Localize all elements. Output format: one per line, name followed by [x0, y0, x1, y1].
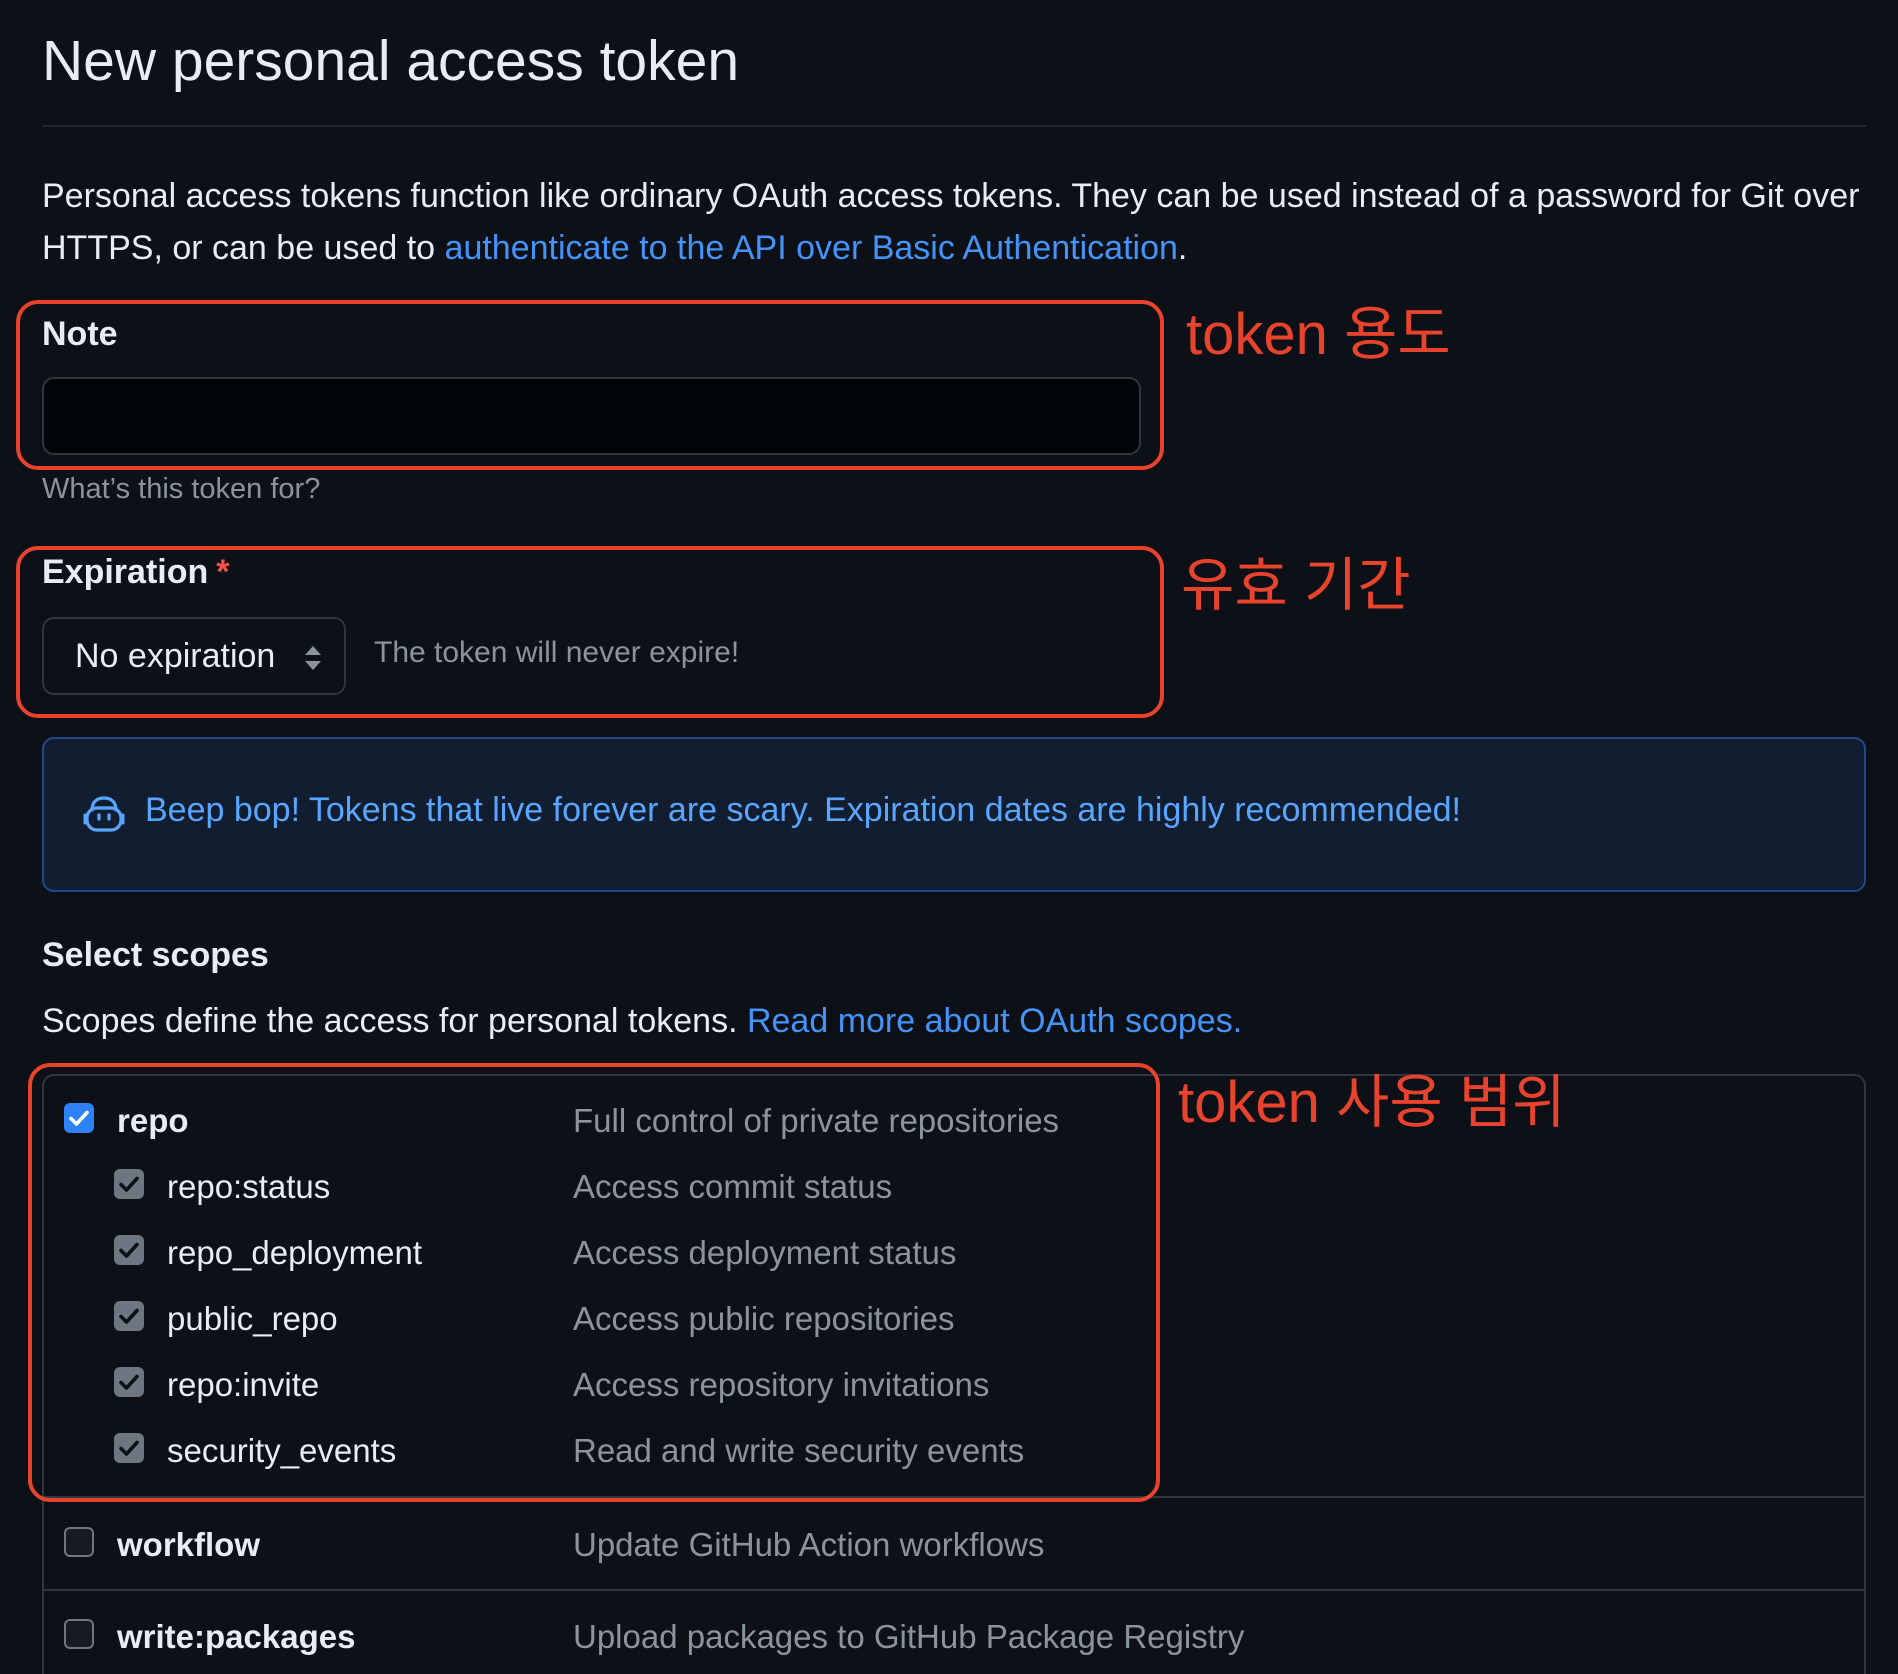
scope-description: Update GitHub Action workflows	[573, 1526, 1045, 1563]
scope-row-workflow: workflow Update GitHub Action workflows	[0, 1516, 1898, 1576]
intro-paragraph: Personal access tokens function like ord…	[42, 170, 1872, 274]
expiration-warning-flash: Beep bop! Tokens that live forever are s…	[42, 737, 1866, 892]
basic-auth-link[interactable]: authenticate to the API over Basic Authe…	[445, 229, 1178, 267]
scopes-intro-text: Scopes define the access for personal to…	[42, 1002, 747, 1040]
scope-row-write-packages: write:packages Upload packages to GitHub…	[0, 1608, 1898, 1668]
scope-name: write:packages	[117, 1618, 356, 1655]
annotation-box-note	[16, 300, 1164, 470]
oauth-scopes-link[interactable]: Read more about OAuth scopes.	[747, 1002, 1242, 1040]
scope-checkbox-write-packages[interactable]	[64, 1619, 94, 1649]
scope-description: Upload packages to GitHub Package Regist…	[573, 1618, 1245, 1655]
copilot-robot-icon	[83, 796, 125, 832]
annotation-label-scopes: token 사용 범위	[1178, 1070, 1566, 1135]
select-scopes-heading: Select scopes	[42, 936, 269, 974]
note-hint: What’s this token for?	[42, 473, 321, 505]
intro-suffix: .	[1177, 229, 1188, 267]
annotation-label-note: token 용도	[1186, 302, 1451, 367]
scope-divider	[42, 1589, 1866, 1591]
annotation-box-expiration	[16, 546, 1164, 718]
scopes-intro: Scopes define the access for personal to…	[42, 1002, 1242, 1041]
scope-checkbox-workflow[interactable]	[64, 1527, 94, 1557]
scope-name: workflow	[117, 1526, 261, 1563]
annotation-box-scopes	[28, 1063, 1160, 1502]
title-divider	[42, 125, 1866, 127]
flash-message: Beep bop! Tokens that live forever are s…	[145, 791, 1462, 829]
annotation-label-expiration: 유효 기간	[1181, 553, 1411, 618]
page-title: New personal access token	[42, 29, 740, 93]
